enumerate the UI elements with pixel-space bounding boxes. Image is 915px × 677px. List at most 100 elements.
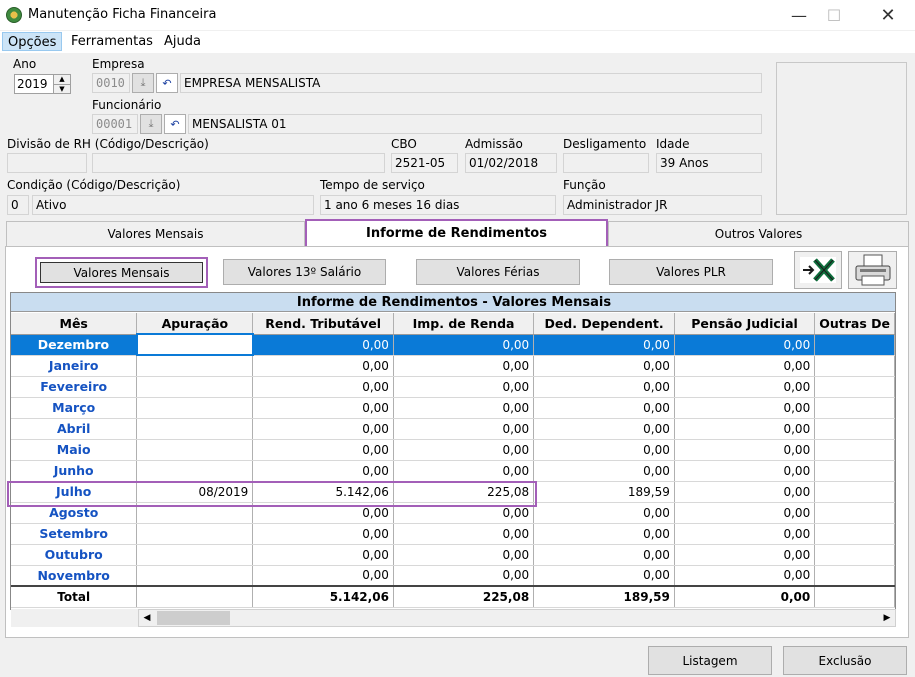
table-row[interactable]: Agosto 0,00 0,00 0,00 0,00	[11, 502, 895, 524]
cell-apuracao[interactable]	[136, 376, 254, 398]
col-ded-dependent[interactable]: Ded. Dependent.	[533, 313, 675, 335]
cell-rend-tributavel[interactable]: 0,00	[252, 565, 394, 587]
cell-apuracao[interactable]: 08/2019	[136, 481, 254, 503]
cell-imp-renda[interactable]: 225,08	[393, 481, 535, 503]
valores-ferias-button[interactable]: Valores Férias	[416, 259, 580, 285]
table-row[interactable]: Maio 0,00 0,00 0,00 0,00	[11, 439, 895, 461]
funcionario-code-field[interactable]: 00001	[92, 114, 138, 134]
cell-mes[interactable]: Julho	[11, 481, 138, 503]
table-row[interactable]: Julho 08/2019 5.142,06 225,08 189,59 0,00	[11, 481, 895, 503]
print-button[interactable]	[848, 251, 897, 289]
cell-apuracao[interactable]	[136, 502, 254, 524]
cell-rend-tributavel[interactable]: 0,00	[252, 460, 394, 482]
cell-ded-dependent[interactable]: 0,00	[533, 334, 675, 356]
cell-rend-tributavel[interactable]: 0,00	[252, 397, 394, 419]
cell-mes[interactable]: Março	[11, 397, 138, 419]
cell-imp-renda[interactable]: 0,00	[393, 439, 535, 461]
table-row[interactable]: Fevereiro 0,00 0,00 0,00 0,00	[11, 376, 895, 398]
cell-pensao-judicial[interactable]: 0,00	[674, 355, 816, 377]
ano-input[interactable]: 2019	[14, 74, 54, 94]
table-row[interactable]: Outubro 0,00 0,00 0,00 0,00	[11, 544, 895, 566]
cell-outras-ded[interactable]	[814, 439, 895, 461]
funcionario-download-icon[interactable]: ⤓	[140, 114, 162, 134]
cell-outras-ded[interactable]	[814, 523, 895, 545]
cell-imp-renda[interactable]: 0,00	[393, 418, 535, 440]
cell-ded-dependent[interactable]: 0,00	[533, 355, 675, 377]
cell-ded-dependent[interactable]: 0,00	[533, 397, 675, 419]
cell-apuracao[interactable]	[136, 355, 254, 377]
cell-pensao-judicial[interactable]: 0,00	[674, 523, 816, 545]
cell-rend-tributavel[interactable]: 0,00	[252, 334, 394, 356]
cell-apuracao[interactable]	[136, 544, 254, 566]
excel-export-button[interactable]	[794, 251, 842, 289]
close-icon[interactable]: ✕	[865, 0, 911, 30]
cell-pensao-judicial[interactable]: 0,00	[674, 376, 816, 398]
empresa-download-icon[interactable]: ⤓	[132, 73, 154, 93]
cell-outras-ded[interactable]	[814, 397, 895, 419]
cell-imp-renda[interactable]: 0,00	[393, 523, 535, 545]
spin-up-icon[interactable]: ▲	[54, 75, 70, 84]
cell-outras-ded[interactable]	[814, 565, 895, 587]
ano-spinner[interactable]: ▲ ▼	[53, 74, 71, 94]
table-row[interactable]: Setembro 0,00 0,00 0,00 0,00	[11, 523, 895, 545]
table-row[interactable]: Dezembro 0,00 0,00 0,00 0,00	[11, 333, 895, 356]
col-imp-renda[interactable]: Imp. de Renda	[393, 313, 535, 335]
empresa-code-field[interactable]: 0010	[92, 73, 130, 93]
cell-outras-ded[interactable]	[814, 544, 895, 566]
col-rend-tributavel[interactable]: Rend. Tributável	[252, 313, 394, 335]
cell-rend-tributavel[interactable]: 0,00	[252, 502, 394, 524]
cell-rend-tributavel[interactable]: 0,00	[252, 418, 394, 440]
maximize-icon[interactable]: ☐	[811, 0, 857, 30]
cell-rend-tributavel[interactable]: 0,00	[252, 355, 394, 377]
valores-mensais-button[interactable]: Valores Mensais	[35, 257, 208, 288]
cell-imp-renda[interactable]: 0,00	[393, 355, 535, 377]
spin-down-icon[interactable]: ▼	[54, 84, 70, 93]
exclusao-button[interactable]: Exclusão	[783, 646, 907, 675]
cell-mes[interactable]: Junho	[11, 460, 138, 482]
cell-ded-dependent[interactable]: 0,00	[533, 544, 675, 566]
col-pensao-judicial[interactable]: Pensão Judicial	[674, 313, 816, 335]
cell-mes[interactable]: Setembro	[11, 523, 138, 545]
listagem-button[interactable]: Listagem	[648, 646, 772, 675]
cell-rend-tributavel[interactable]: 0,00	[252, 523, 394, 545]
tab-outros-valores[interactable]: Outros Valores	[608, 221, 909, 246]
cell-imp-renda[interactable]: 0,00	[393, 334, 535, 356]
cell-outras-ded[interactable]	[814, 355, 895, 377]
cell-outras-ded[interactable]	[814, 481, 895, 503]
cell-ded-dependent[interactable]: 0,00	[533, 565, 675, 587]
cell-rend-tributavel[interactable]: 0,00	[252, 376, 394, 398]
cell-ded-dependent[interactable]: 0,00	[533, 460, 675, 482]
cell-mes[interactable]: Janeiro	[11, 355, 138, 377]
scrollbar-thumb[interactable]	[157, 611, 230, 625]
cell-pensao-judicial[interactable]: 0,00	[674, 397, 816, 419]
cell-ded-dependent[interactable]: 0,00	[533, 439, 675, 461]
cell-mes[interactable]: Dezembro	[11, 334, 138, 356]
cell-apuracao[interactable]	[136, 460, 254, 482]
cell-mes[interactable]: Maio	[11, 439, 138, 461]
menu-ajuda[interactable]: Ajuda	[159, 32, 206, 51]
table-row[interactable]: Novembro 0,00 0,00 0,00 0,00	[11, 565, 895, 587]
cell-apuracao[interactable]	[135, 333, 254, 356]
cell-mes[interactable]: Outubro	[11, 544, 138, 566]
cell-ded-dependent[interactable]: 189,59	[533, 481, 675, 503]
cell-pensao-judicial[interactable]: 0,00	[674, 502, 816, 524]
cell-apuracao[interactable]	[136, 418, 254, 440]
cell-outras-ded[interactable]	[814, 502, 895, 524]
cell-mes[interactable]: Abril	[11, 418, 138, 440]
cell-ded-dependent[interactable]: 0,00	[533, 502, 675, 524]
horizontal-scrollbar[interactable]	[138, 609, 896, 627]
cell-apuracao[interactable]	[136, 523, 254, 545]
cell-mes[interactable]: Novembro	[11, 565, 138, 587]
cell-pensao-judicial[interactable]: 0,00	[674, 418, 816, 440]
cell-rend-tributavel[interactable]: 5.142,06	[252, 481, 394, 503]
cell-outras-ded[interactable]	[814, 418, 895, 440]
col-mes[interactable]: Mês	[11, 313, 138, 335]
cell-imp-renda[interactable]: 0,00	[393, 544, 535, 566]
valores-13-button[interactable]: Valores 13º Salário	[223, 259, 386, 285]
table-row[interactable]: Junho 0,00 0,00 0,00 0,00	[11, 460, 895, 482]
cell-ded-dependent[interactable]: 0,00	[533, 376, 675, 398]
cell-pensao-judicial[interactable]: 0,00	[674, 481, 816, 503]
cell-rend-tributavel[interactable]: 0,00	[252, 439, 394, 461]
col-apuracao[interactable]: Apuração	[136, 313, 254, 335]
menu-ferramentas[interactable]: Ferramentas	[66, 32, 158, 51]
